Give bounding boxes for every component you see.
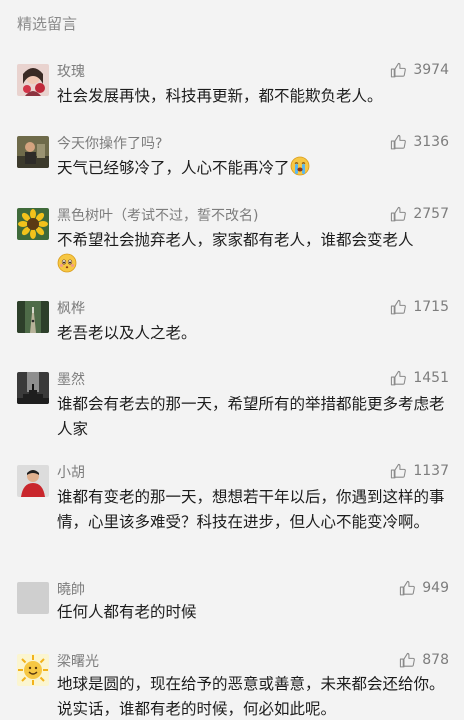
avatar[interactable] (17, 582, 49, 614)
red-jacket-person-avatar-icon (17, 465, 49, 497)
commenter-name[interactable]: 曉帥 (57, 579, 85, 599)
like-button[interactable]: 1715 (390, 297, 449, 317)
commenter-name[interactable]: 梁曙光 (57, 651, 99, 671)
thumbs-up-icon (391, 62, 407, 77)
person-photo-avatar-icon (17, 136, 49, 168)
comment-text: 社会发展再快，科技再更新，都不能欺负老人。 (57, 87, 383, 105)
like-count: 878 (422, 652, 449, 668)
avatar[interactable] (17, 372, 49, 404)
comment-item: 枫桦 1715 老吾老以及人之老。 (0, 298, 464, 358)
avatar[interactable] (17, 301, 49, 333)
comment-text: 谁都有变老的那一天，想想若干年以后，你遇到这样的事情，心里该多难受？科技在进步，… (57, 488, 445, 531)
thumbs-up-icon (391, 463, 407, 478)
thumbs-up-icon (400, 652, 416, 667)
comment-item: 墨然 1451 谁都会有老去的那一天，希望所有的举措都能更多考虑老人家 (0, 369, 464, 449)
avatar[interactable] (17, 136, 49, 168)
avatar[interactable] (17, 64, 49, 96)
section-title: 精选留言 (17, 15, 78, 33)
comment-item: 今天你操作了吗? 3136 天气已经够冷了，人心不能再冷了 (0, 133, 464, 193)
dark-stairs-avatar-icon (17, 372, 49, 404)
avatar[interactable] (17, 208, 49, 240)
thumbs-up-icon (391, 206, 407, 221)
commenter-name[interactable]: 墨然 (57, 369, 85, 389)
like-count: 1715 (413, 299, 449, 315)
comment-item: 玫瑰 3974 社会发展再快，科技再更新，都不能欺负老人。 (0, 61, 464, 121)
comment-item: 小胡 1137 谁都有变老的那一天，想想若干年以后，你遇到这样的事情，心里该多难… (0, 462, 464, 562)
comment-item: 曉帥 949 任何人都有老的时候 (0, 579, 464, 639)
like-button[interactable]: 3974 (390, 60, 449, 80)
worried-face-emoji-icon (57, 253, 77, 273)
thumbs-up-icon (391, 299, 407, 314)
commenter-name[interactable]: 枫桦 (57, 298, 85, 318)
like-button[interactable]: 878 (399, 650, 449, 670)
sun-smile-avatar-icon (17, 654, 49, 686)
commenter-name[interactable]: 黑色树叶（考试不过，誓不改名) (57, 205, 258, 225)
crying-face-emoji-icon (290, 156, 310, 176)
like-button[interactable]: 949 (399, 578, 449, 598)
like-count: 3974 (413, 62, 449, 78)
comment-text: 谁都会有老去的那一天，希望所有的举措都能更多考虑老人家 (57, 395, 445, 438)
thumbs-up-icon (391, 134, 407, 149)
commenter-name[interactable]: 今天你操作了吗? (57, 133, 162, 153)
comment-item: 梁曙光 878 地球是圆的，现在给予的恶意或善意，未来都会还给你。说实话，谁都有… (0, 651, 464, 720)
avatar[interactable] (17, 465, 49, 497)
like-button[interactable]: 1451 (390, 368, 449, 388)
like-count: 949 (422, 580, 449, 596)
comment-text-block: 不希望社会抛弃老人，家家都有老人，谁都会变老人 (57, 228, 452, 277)
like-count: 2757 (413, 206, 449, 222)
thumbs-up-icon (391, 370, 407, 385)
like-button[interactable]: 2757 (390, 204, 449, 224)
commenter-name[interactable]: 小胡 (57, 462, 85, 482)
comment-text: 老吾老以及人之老。 (57, 324, 197, 342)
comment-text-block: 天气已经够冷了，人心不能再冷了 (57, 156, 452, 181)
rose-portrait-avatar-icon (17, 64, 49, 96)
thumbs-up-icon (400, 580, 416, 595)
comment-text: 任何人都有老的时候 (57, 603, 197, 621)
comment-text: 不希望社会抛弃老人，家家都有老人，谁都会变老人 (57, 231, 414, 249)
forest-path-avatar-icon (17, 301, 49, 333)
like-count: 1137 (413, 463, 449, 479)
like-count: 3136 (413, 134, 449, 150)
comment-item: 黑色树叶（考试不过，誓不改名) 2757 不希望社会抛弃老人，家家都有老人，谁都… (0, 205, 464, 285)
comment-text: 天气已经够冷了，人心不能再冷了 (57, 159, 290, 177)
like-button[interactable]: 1137 (390, 461, 449, 481)
like-button[interactable]: 3136 (390, 132, 449, 152)
commenter-name[interactable]: 玫瑰 (57, 61, 85, 81)
comment-text: 地球是圆的，现在给予的恶意或善意，未来都会还给你。说实话，谁都有老的时候，何必如… (57, 675, 445, 718)
like-count: 1451 (413, 370, 449, 386)
default-gray-avatar-icon (17, 582, 49, 614)
sunflower-avatar-icon (17, 208, 49, 240)
avatar[interactable] (17, 654, 49, 686)
